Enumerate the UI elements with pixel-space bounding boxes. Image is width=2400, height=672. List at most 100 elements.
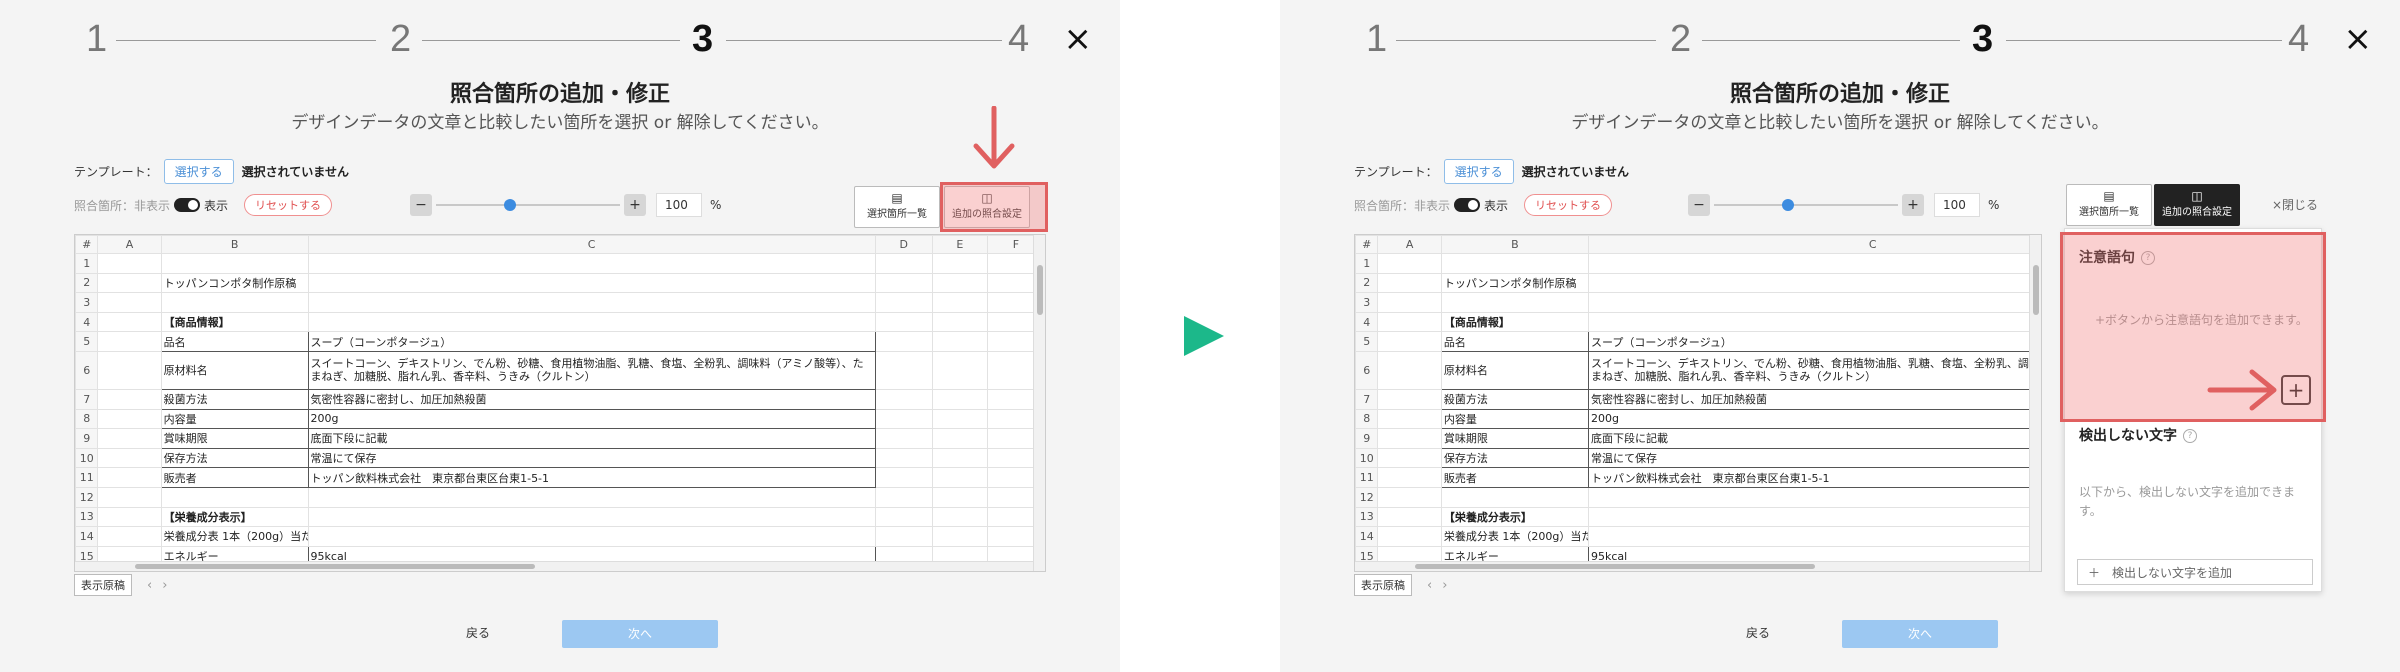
cell-e[interactable]: [931, 467, 988, 488]
cell-d[interactable]: [874, 506, 933, 528]
col-header-c[interactable]: C: [1588, 235, 2041, 254]
cell-e[interactable]: [931, 311, 988, 333]
zoom-slider[interactable]: [1714, 194, 1898, 216]
cell-d[interactable]: [874, 467, 933, 488]
cell-c[interactable]: トッパン飲料株式会社 東京都台東区台東1-5-1: [307, 467, 876, 488]
col-header-a[interactable]: A: [1377, 235, 1442, 254]
cell-b[interactable]: [1440, 292, 1590, 313]
cell-b[interactable]: トッパンコンポタ制作原稿: [160, 272, 309, 294]
cell-a[interactable]: [97, 292, 162, 313]
vertical-scrollbar[interactable]: [1033, 235, 1045, 571]
cell-b[interactable]: 内容量: [160, 408, 309, 430]
selection-list-button[interactable]: ▤ 選択箇所一覧: [2066, 184, 2152, 226]
zoom-slider[interactable]: [436, 194, 620, 216]
cell-a[interactable]: [1377, 447, 1442, 469]
cell-c[interactable]: [1588, 272, 2041, 294]
reset-button[interactable]: リセットする: [244, 194, 333, 216]
zoom-input[interactable]: 100: [1934, 193, 1980, 217]
cell-e[interactable]: [931, 526, 988, 547]
cell-a[interactable]: [97, 506, 162, 528]
cell-c[interactable]: [307, 292, 876, 313]
cell-a[interactable]: [1377, 311, 1442, 333]
cell-c[interactable]: 200g: [1588, 408, 2041, 430]
cell-a[interactable]: [1377, 486, 1442, 508]
visibility-toggle[interactable]: [174, 198, 201, 212]
back-button[interactable]: 戻る: [466, 624, 490, 641]
cell-a[interactable]: [1377, 350, 1442, 390]
zoom-input[interactable]: 100: [656, 193, 702, 217]
close-icon[interactable]: ×: [2344, 22, 2373, 56]
prev-arrow-icon[interactable]: ‹: [147, 578, 152, 593]
cell-b[interactable]: 販売者: [1440, 467, 1590, 488]
cell-c[interactable]: [1588, 311, 2041, 333]
close-icon[interactable]: ×: [1064, 22, 1093, 56]
cell-b[interactable]: 販売者: [160, 467, 309, 488]
cell-e[interactable]: [931, 506, 988, 528]
cell-e[interactable]: [931, 408, 988, 430]
cell-c[interactable]: 常温にて保存: [1588, 447, 2041, 469]
cell-a[interactable]: [1377, 292, 1442, 313]
cell-a[interactable]: [1377, 526, 1442, 547]
zoom-slider-knob[interactable]: [503, 199, 516, 211]
cell-e[interactable]: [931, 447, 988, 469]
cell-a[interactable]: [1377, 428, 1442, 449]
close-panel-button[interactable]: ×閉じる: [2272, 196, 2318, 213]
cell-b[interactable]: 殺菌方法: [1440, 388, 1590, 410]
cell-b[interactable]: 原材料名: [160, 350, 309, 390]
cell-a[interactable]: [1377, 253, 1442, 274]
next-arrow-icon[interactable]: ›: [162, 578, 167, 593]
cell-b[interactable]: 品名: [1440, 331, 1590, 352]
cell-a[interactable]: [97, 272, 162, 294]
col-header-d[interactable]: D: [874, 235, 933, 254]
cell-a[interactable]: [97, 467, 162, 488]
cell-c[interactable]: 気密性容器に密封し、加圧加熱殺菌: [307, 388, 876, 410]
cell-e[interactable]: [931, 388, 988, 410]
cell-b[interactable]: [1440, 253, 1590, 274]
zoom-in-button[interactable]: +: [1902, 194, 1924, 216]
cell-c[interactable]: [1588, 526, 2041, 547]
cell-d[interactable]: [874, 486, 933, 508]
cell-d[interactable]: [874, 428, 933, 449]
extra-settings-button[interactable]: ◫ 追加の照合設定: [2154, 184, 2240, 226]
cell-d[interactable]: [874, 408, 933, 430]
cell-d[interactable]: [874, 253, 933, 274]
next-arrow-icon[interactable]: ›: [1442, 578, 1447, 593]
cell-d[interactable]: [874, 292, 933, 313]
cell-b[interactable]: [160, 253, 309, 274]
cell-d[interactable]: [874, 447, 933, 469]
cell-b[interactable]: 栄養成分表 1本（200g）当たり: [160, 526, 309, 547]
prev-arrow-icon[interactable]: ‹: [1427, 578, 1432, 593]
cell-b[interactable]: [1440, 486, 1590, 508]
cell-a[interactable]: [97, 253, 162, 274]
horizontal-scrollbar[interactable]: [1355, 561, 2029, 571]
cell-e[interactable]: [931, 253, 988, 274]
cell-a[interactable]: [97, 388, 162, 410]
col-header-a[interactable]: A: [97, 235, 162, 254]
cell-c[interactable]: 200g: [307, 408, 876, 430]
cell-d[interactable]: [874, 331, 933, 352]
next-button[interactable]: 次へ: [1842, 620, 1998, 648]
cell-c[interactable]: スイートコーン、デキストリン、でん粉、砂糖、食用植物油脂、乳糖、食塩、全粉乳、調…: [1588, 350, 2041, 390]
cell-d[interactable]: [874, 388, 933, 410]
cell-c[interactable]: [307, 506, 876, 528]
cell-c[interactable]: 常温にて保存: [307, 447, 876, 469]
cell-a[interactable]: [97, 408, 162, 430]
cell-b[interactable]: トッパンコンポタ制作原稿: [1440, 272, 1590, 294]
cell-c[interactable]: [1588, 292, 2041, 313]
cell-a[interactable]: [1377, 272, 1442, 294]
col-header-e[interactable]: E: [931, 235, 988, 254]
cell-e[interactable]: [931, 350, 988, 390]
visibility-toggle[interactable]: [1454, 198, 1481, 212]
cell-b[interactable]: 原材料名: [1440, 350, 1590, 390]
cell-a[interactable]: [97, 331, 162, 352]
cell-d[interactable]: [874, 311, 933, 333]
col-header-b[interactable]: B: [160, 235, 309, 254]
col-header-c[interactable]: C: [307, 235, 876, 254]
source-button[interactable]: 表示原稿: [1354, 574, 1412, 596]
cell-a[interactable]: [97, 447, 162, 469]
cell-a[interactable]: [1377, 388, 1442, 410]
selection-list-button[interactable]: ▤ 選択箇所一覧: [854, 186, 940, 228]
cell-b[interactable]: 保存方法: [160, 447, 309, 469]
back-button[interactable]: 戻る: [1746, 624, 1770, 641]
vertical-scrollbar[interactable]: [2029, 235, 2041, 571]
